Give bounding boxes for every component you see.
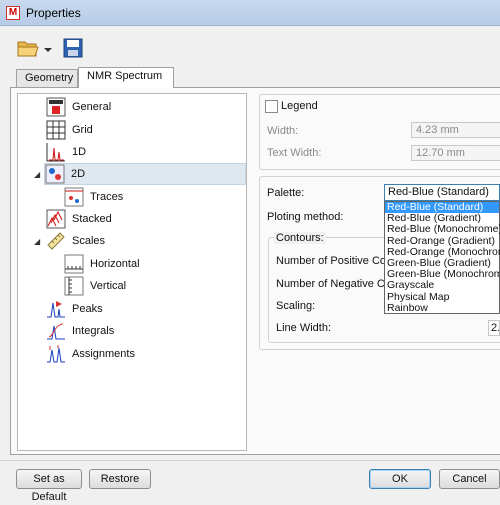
tree-item-label: Integrals xyxy=(72,325,115,337)
vertical-scale-icon xyxy=(64,276,84,296)
contours-label: Contours: xyxy=(274,232,326,244)
spectrum-2d-icon xyxy=(45,164,65,184)
tab-nmr-spectrum[interactable]: NMR Spectrum xyxy=(78,67,174,88)
text-width-field[interactable]: 12.70 mm xyxy=(411,145,500,161)
save-button[interactable] xyxy=(62,36,84,60)
text-width-label: Text Width: xyxy=(267,147,322,159)
legend-checkbox[interactable] xyxy=(265,100,278,113)
ruler-icon xyxy=(47,232,65,250)
palette-option[interactable]: Physical Map xyxy=(385,291,499,303)
tree-item-grid[interactable]: Grid xyxy=(46,119,93,141)
stacked-icon xyxy=(46,209,66,229)
horizontal-scale-icon xyxy=(64,254,84,274)
tree-item-label: General xyxy=(72,101,112,113)
traces-icon xyxy=(64,187,84,207)
open-folder-button[interactable] xyxy=(16,36,56,60)
app-logo-icon: M xyxy=(6,6,20,20)
tree-item-label: Grid xyxy=(72,124,93,136)
integrals-icon xyxy=(47,323,65,340)
tree-item-horizontal[interactable]: Horizontal xyxy=(64,253,140,275)
grid-icon xyxy=(46,120,66,140)
tree-item-integrals[interactable]: Integrals xyxy=(46,320,114,342)
spectrum-1d-icon xyxy=(46,143,65,162)
tree-item-general[interactable]: General xyxy=(46,96,111,118)
restore-button[interactable]: Restore xyxy=(89,469,151,489)
palette-select[interactable]: Red-Blue (Standard) xyxy=(384,184,500,201)
width-field[interactable]: 4.23 mm xyxy=(411,122,500,138)
palette-option[interactable]: Rainbow xyxy=(385,302,499,314)
toolbar xyxy=(0,26,500,68)
title-bar: M Properties xyxy=(0,0,500,26)
tree-item-2d[interactable]: 2D xyxy=(44,163,246,185)
tab-geometry[interactable]: Geometry xyxy=(16,69,78,87)
tree-item-label: 1D xyxy=(72,146,87,158)
tree-item-label: Assignments xyxy=(72,348,135,360)
ok-button[interactable]: OK xyxy=(369,469,431,489)
tree-item-traces[interactable]: Traces xyxy=(64,186,123,208)
tree-item-label: Horizontal xyxy=(90,258,140,270)
tree-item-assignments[interactable]: Assignments xyxy=(46,343,135,365)
tree-item-vertical[interactable]: Vertical xyxy=(64,275,126,297)
tree-item-peaks[interactable]: Peaks xyxy=(46,298,103,320)
settings-tree[interactable]: General Grid 1D ◢ 2D Traces Stacked ◢ Sc… xyxy=(17,93,247,451)
scaling-label: Scaling: xyxy=(276,300,316,312)
footer-separator xyxy=(0,460,500,461)
width-label: Width: xyxy=(267,125,299,137)
tree-item-label: Traces xyxy=(90,191,124,203)
tree-item-stacked[interactable]: Stacked xyxy=(46,208,112,230)
tree-item-label: Scales xyxy=(72,235,106,247)
expand-arrow-icon[interactable]: ◢ xyxy=(34,237,40,246)
ploting-method-label: Ploting method: xyxy=(267,211,344,223)
palette-dropdown-list[interactable]: Red-Blue (Standard) Red-Blue (Gradient) … xyxy=(384,201,500,314)
cancel-button[interactable]: Cancel xyxy=(439,469,500,489)
chevron-down-icon xyxy=(44,48,52,52)
set-as-default-button[interactable]: Set as Default xyxy=(16,469,82,503)
legend-label: Legend xyxy=(281,100,318,112)
palette-option[interactable]: Red-Blue (Monochrome) xyxy=(385,224,500,235)
line-width-label: Line Width: xyxy=(276,322,332,334)
tree-item-label: Vertical xyxy=(90,280,127,292)
palette-option[interactable]: Grayscale xyxy=(385,280,499,291)
tree-item-scales[interactable]: Scales xyxy=(46,230,105,252)
tree-item-1d[interactable]: 1D xyxy=(46,141,86,163)
folder-icon xyxy=(17,41,52,57)
save-icon xyxy=(63,38,83,58)
palette-label: Palette: xyxy=(267,187,305,199)
expand-arrow-icon[interactable]: ◢ xyxy=(34,170,40,179)
tree-item-label: 2D xyxy=(71,168,86,180)
title-doc-icon xyxy=(46,97,66,117)
assignments-icon xyxy=(47,345,65,363)
tree-item-label: Stacked xyxy=(72,213,112,225)
line-width-field[interactable]: 2. xyxy=(488,320,500,336)
peaks-icon xyxy=(47,301,65,318)
tree-item-label: Peaks xyxy=(72,303,103,315)
window-title: Properties xyxy=(26,6,81,20)
